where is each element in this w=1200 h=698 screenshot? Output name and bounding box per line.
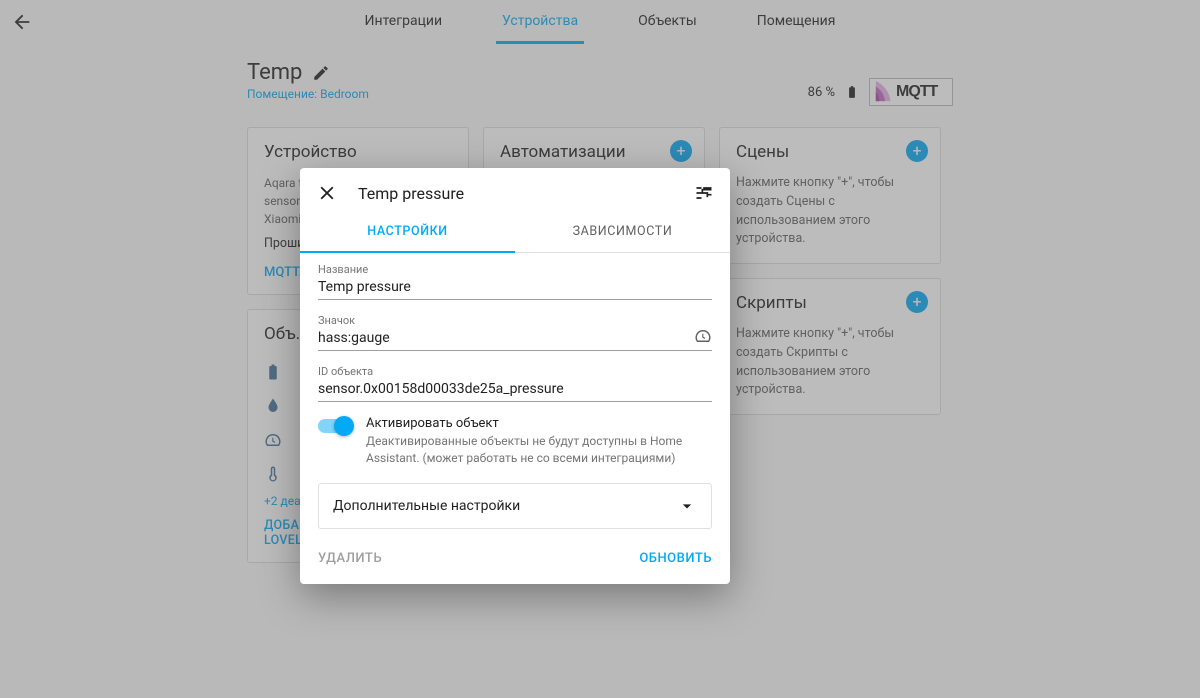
- entity-settings-dialog: Temp pressure Настройки Зависимости Назв…: [300, 168, 730, 584]
- gauge-icon: [694, 327, 712, 345]
- dialog-title: Temp pressure: [358, 184, 674, 203]
- advanced-settings-toggle[interactable]: Дополнительные настройки: [318, 483, 712, 529]
- enable-toggle-row: Активировать объект Деактивированные объ…: [318, 416, 712, 467]
- update-button[interactable]: ОБНОВИТЬ: [639, 551, 712, 566]
- field-icon[interactable]: Значок hass:gauge: [318, 314, 712, 351]
- field-entity-id[interactable]: ID объекта sensor.0x00158d00033de25a_pre…: [318, 365, 712, 402]
- field-icon-label: Значок: [318, 314, 712, 327]
- enable-toggle-title: Активировать объект: [366, 416, 712, 431]
- close-button[interactable]: [316, 182, 338, 204]
- field-name-value[interactable]: Temp pressure: [318, 277, 712, 300]
- field-name-label: Название: [318, 263, 712, 276]
- field-entity-id-label: ID объекта: [318, 365, 712, 378]
- field-entity-id-value[interactable]: sensor.0x00158d00033de25a_pressure: [318, 379, 712, 402]
- advanced-settings-label: Дополнительные настройки: [333, 498, 520, 514]
- delete-button[interactable]: УДАЛИТЬ: [318, 551, 382, 566]
- tune-button[interactable]: [694, 183, 714, 203]
- tune-icon: [694, 183, 714, 203]
- dialog-tabs: Настройки Зависимости: [300, 212, 730, 253]
- close-icon: [316, 182, 338, 204]
- dialog-tab-related[interactable]: Зависимости: [515, 212, 730, 253]
- dialog-tab-settings[interactable]: Настройки: [300, 212, 515, 253]
- chevron-down-icon: [677, 496, 697, 516]
- field-name[interactable]: Название Temp pressure: [318, 263, 712, 300]
- field-icon-value[interactable]: hass:gauge: [318, 328, 712, 351]
- enable-toggle[interactable]: [318, 419, 352, 433]
- enable-toggle-sub: Деактивированные объекты не будут доступ…: [366, 433, 712, 467]
